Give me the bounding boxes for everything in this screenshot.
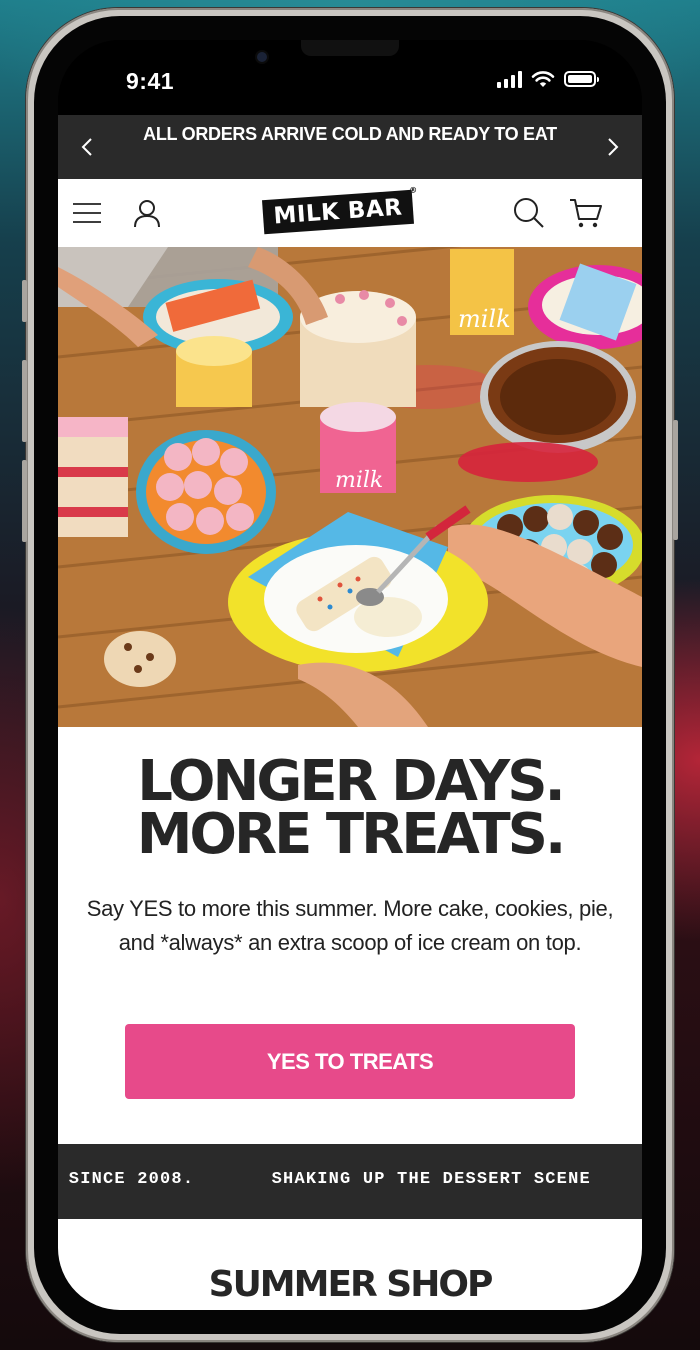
signal-icon [497, 70, 522, 88]
status-icons [497, 70, 599, 88]
announcement-text: ALL ORDERS ARRIVE COLD AND READY TO EAT [143, 124, 557, 144]
chevron-left-icon[interactable] [74, 133, 100, 161]
headline-line-2: MORE TREATS. [136, 802, 567, 867]
svg-text:milk: milk [335, 468, 383, 493]
site-header: MILK BAR ® [58, 179, 642, 355]
status-bar: 9:41 [58, 40, 642, 115]
cart-icon[interactable] [568, 195, 604, 231]
hero-image: milk milk [58, 247, 642, 727]
yes-to-treats-button[interactable]: YES TO TREATS [125, 1024, 575, 1099]
svg-text:milk: milk [458, 305, 511, 333]
phone-screen: 9:41 ALL ORDERS ARRIVE COLD AND READY TO… [58, 40, 642, 1310]
ticker-item: SHAKING UP THE DESSERT SCENE [271, 1170, 591, 1189]
power-button [673, 420, 678, 540]
volume-up-button [22, 360, 27, 442]
side-button [22, 280, 27, 322]
chevron-right-icon[interactable] [600, 133, 626, 161]
wifi-icon [531, 71, 555, 87]
hero-content: LONGER DAYS. MORE TREATS. Say YES to mor… [58, 727, 642, 1144]
announcement-bar: ALL ORDERS ARRIVE COLD AND READY TO EAT [58, 115, 642, 179]
marquee-ticker: E SINCE 2008. SHAKING UP THE DESSERT SCE… [58, 1144, 642, 1219]
ticker-item: E SINCE 2008. [58, 1170, 195, 1189]
headline-line-1: LONGER DAYS. [137, 749, 566, 814]
hero-headline: LONGER DAYS. MORE TREATS. [58, 749, 642, 867]
dynamic-notch [301, 40, 399, 56]
ticker-text: E SINCE 2008. SHAKING UP THE DESSERT SCE… [58, 1170, 642, 1189]
user-icon[interactable] [129, 195, 165, 231]
logo-trademark: ® [408, 185, 418, 195]
hamburger-icon[interactable] [69, 195, 105, 231]
logo-text: MILK BAR [272, 194, 404, 230]
volume-down-button [22, 460, 27, 542]
front-camera [257, 52, 267, 62]
section-title: SUMMER SHOP [208, 1264, 494, 1305]
status-time: 9:41 [126, 68, 175, 94]
battery-icon [564, 71, 599, 87]
hero-subtext: Say YES to more this summer. More cake, … [86, 896, 614, 955]
milk-bar-logo[interactable]: MILK BAR ® [261, 185, 418, 235]
search-icon[interactable] [511, 195, 547, 231]
summer-shop-section: SUMMER SHOP [58, 1219, 642, 1310]
